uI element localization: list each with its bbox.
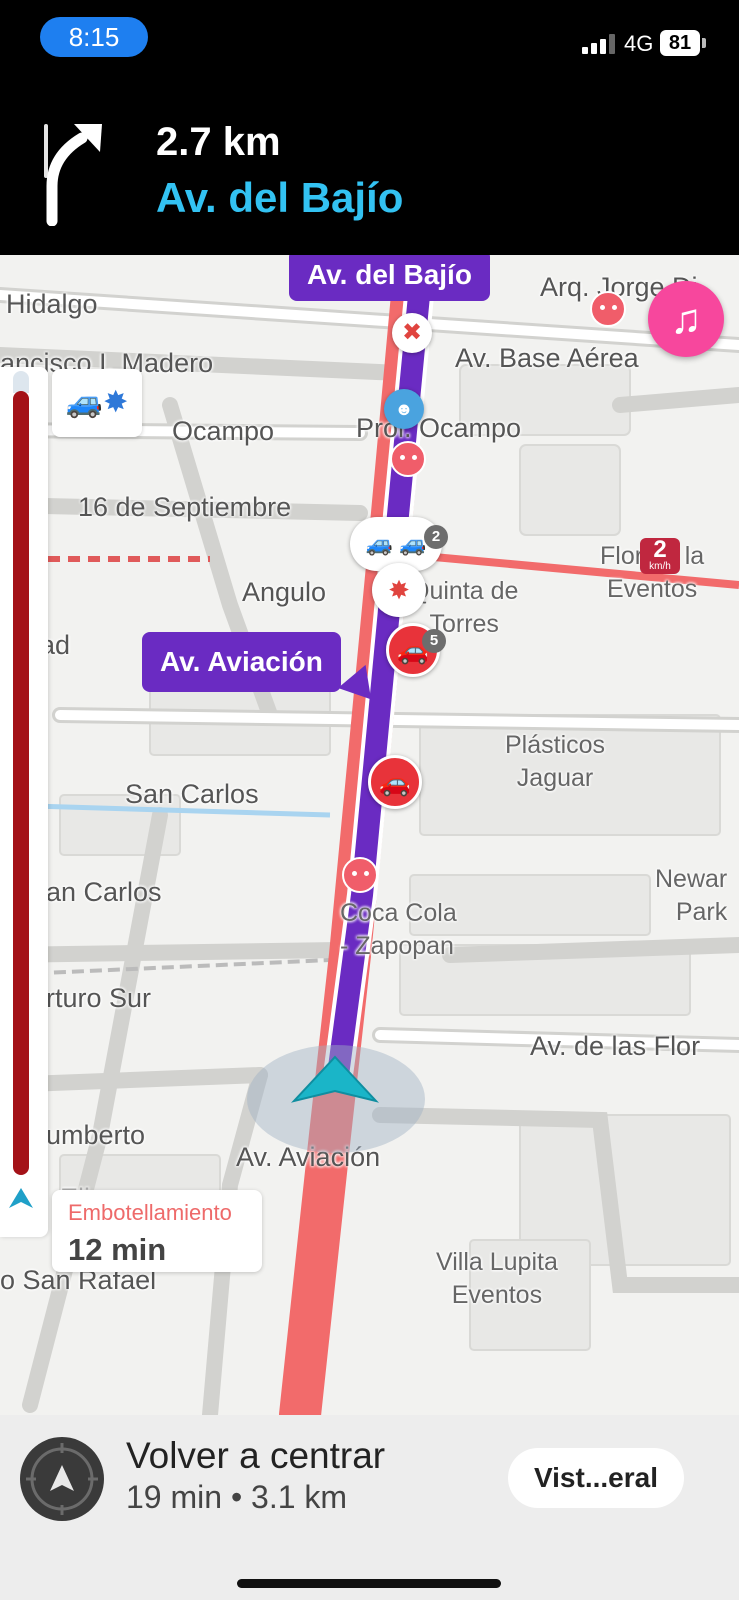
map-label-villa-lupita: Villa Lupita Eventos bbox=[436, 1248, 558, 1309]
route-street-tag-bajio: Av. del Bajío bbox=[289, 255, 490, 301]
status-bar: 8:15 4G 81 bbox=[0, 0, 739, 80]
wazer-avatar-icon-3[interactable] bbox=[590, 291, 626, 327]
crash-alert-icon[interactable]: ✸ bbox=[372, 563, 426, 617]
map-label-ocampo: Ocampo bbox=[172, 416, 275, 446]
alert-count-badge: 2 bbox=[424, 525, 448, 549]
recenter-compass-icon bbox=[26, 1443, 98, 1515]
turn-right-arrow-icon bbox=[44, 124, 102, 226]
map-label-base-aerea: Av. Base Aérea bbox=[455, 343, 639, 373]
map-label-arturo: rturo Sur bbox=[46, 983, 152, 1013]
road-closure-icon[interactable]: ✖ bbox=[392, 313, 432, 353]
traffic-bar-heavy bbox=[13, 391, 29, 1175]
music-note-icon[interactable]: ♫ bbox=[648, 281, 724, 357]
traffic-jam-card[interactable]: Embotellamiento 12 min bbox=[52, 1190, 262, 1272]
police-icon[interactable]: ☻ bbox=[384, 389, 424, 429]
speed-unit: km/h bbox=[649, 561, 671, 572]
traffic-jam-count-badge: 5 bbox=[422, 629, 446, 653]
map-label-septiembre: 16 de Septiembre bbox=[78, 492, 292, 522]
eta-summary: 19 min • 3.1 km bbox=[126, 1479, 348, 1515]
traffic-jam-icon-2[interactable]: 🚗 bbox=[368, 755, 422, 809]
traffic-progress-panel bbox=[0, 367, 48, 1237]
map-label-hidalgo: Hidalgo bbox=[6, 289, 98, 319]
traffic-speed-badge[interactable]: 2 km/h bbox=[640, 538, 680, 574]
jam-label: Embotellamiento bbox=[68, 1200, 232, 1225]
wazer-avatar-icon[interactable] bbox=[390, 441, 426, 477]
speed-value: 2 bbox=[653, 536, 667, 563]
distance-to-turn: 2.7 km bbox=[156, 120, 281, 164]
battery-tip bbox=[702, 38, 706, 48]
map-label-flores: Av. de las Flor bbox=[530, 1031, 701, 1061]
status-time: 8:15 bbox=[40, 17, 148, 57]
next-street-name: Av. del Bajío bbox=[156, 174, 404, 221]
crash-ahead-card[interactable]: 🚙✸ bbox=[52, 369, 142, 437]
map-label-plasticos: Plásticos Jaguar bbox=[505, 731, 606, 792]
map-label-newark: Newar Park bbox=[655, 865, 728, 926]
map-label-san-carlos: San Carlos bbox=[125, 779, 259, 809]
turn-instruction-banner[interactable]: 2.7 km Av. del Bajío bbox=[0, 80, 739, 255]
map-label-prol-ocampo: Prol. Ocampo bbox=[356, 413, 522, 443]
cellular-signal-icon bbox=[582, 34, 616, 54]
traffic-bar-clear bbox=[13, 371, 29, 393]
wazer-avatar-icon-2[interactable] bbox=[342, 857, 378, 893]
current-location-arrow-icon bbox=[290, 1055, 380, 1103]
car-crash-icon: 🚙✸ bbox=[65, 386, 129, 419]
jam-delay: 12 min bbox=[68, 1232, 167, 1267]
route-street-tag-aviacion: Av. Aviación bbox=[142, 632, 341, 692]
battery-icon: 81 bbox=[660, 30, 700, 56]
map-label-angulo: Angulo bbox=[242, 577, 327, 607]
map-label-san-carlos-2: an Carlos bbox=[46, 877, 162, 907]
map-label-humberto: umberto bbox=[46, 1120, 146, 1150]
current-position-mini-icon bbox=[9, 1188, 33, 1208]
recenter-label[interactable]: Volver a centrar bbox=[126, 1435, 385, 1477]
map-label-coca-cola: Coca Cola - Zapopan bbox=[340, 899, 457, 960]
map-view[interactable]: Hidalgo Arq. Jorge Di ancisco I. Madero … bbox=[0, 255, 739, 1415]
overview-button[interactable]: Vist...eral bbox=[508, 1448, 684, 1508]
home-indicator[interactable] bbox=[237, 1579, 501, 1588]
recenter-button[interactable] bbox=[20, 1437, 104, 1521]
network-type: 4G bbox=[624, 31, 654, 56]
bottom-bar: Volver a centrar 19 min • 3.1 km Vist...… bbox=[0, 1415, 739, 1600]
